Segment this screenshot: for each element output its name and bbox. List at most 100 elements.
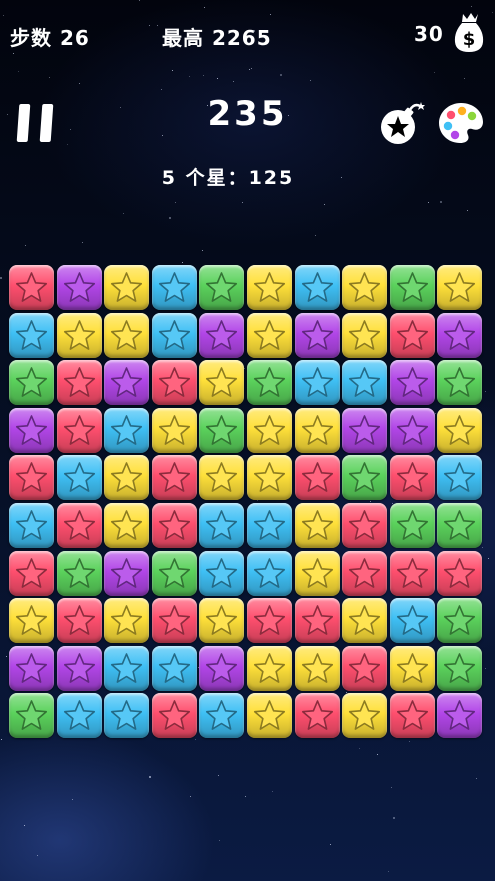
star-tile-yellow[interactable] xyxy=(342,265,388,310)
star-tile-yellow[interactable] xyxy=(104,312,150,358)
star-tile-blue[interactable] xyxy=(104,693,150,739)
star-tile-green[interactable] xyxy=(437,503,483,548)
star-tile-red[interactable] xyxy=(389,455,435,501)
star-tile-blue[interactable] xyxy=(389,598,435,644)
star-tile-blue[interactable] xyxy=(247,503,292,548)
star-tile-green[interactable] xyxy=(389,503,435,548)
star-tile-yellow[interactable] xyxy=(294,503,340,548)
star-tile-red[interactable] xyxy=(294,598,340,644)
star-tile-purple[interactable] xyxy=(9,645,54,691)
star-tile-yellow[interactable] xyxy=(247,407,292,453)
star-tile-red[interactable] xyxy=(9,550,54,596)
star-tile-blue[interactable] xyxy=(104,645,150,691)
star-tile-yellow[interactable] xyxy=(247,265,292,310)
star-tile-blue[interactable] xyxy=(342,360,388,406)
star-tile-purple[interactable] xyxy=(389,360,435,406)
star-tile-blue[interactable] xyxy=(199,693,245,739)
star-tile-yellow[interactable] xyxy=(389,645,435,691)
star-tile-red[interactable] xyxy=(56,598,102,644)
star-tile-purple[interactable] xyxy=(56,265,102,310)
star-tile-blue[interactable] xyxy=(151,312,197,358)
star-tile-yellow[interactable] xyxy=(151,407,197,453)
star-tile-yellow[interactable] xyxy=(437,265,483,310)
star-tile-blue[interactable] xyxy=(199,550,245,596)
star-tile-red[interactable] xyxy=(389,693,435,739)
star-tile-green[interactable] xyxy=(437,645,483,691)
star-tile-purple[interactable] xyxy=(437,312,483,358)
star-tile-purple[interactable] xyxy=(389,407,435,453)
star-tile-blue[interactable] xyxy=(56,455,102,501)
star-tile-red[interactable] xyxy=(342,645,388,691)
star-tile-green[interactable] xyxy=(9,693,54,739)
star-tile-red[interactable] xyxy=(294,693,340,739)
star-tile-yellow[interactable] xyxy=(342,693,388,739)
star-tile-red[interactable] xyxy=(247,598,292,644)
star-tile-yellow[interactable] xyxy=(437,407,483,453)
star-tile-green[interactable] xyxy=(9,360,54,406)
star-tile-green[interactable] xyxy=(389,265,435,310)
star-tile-blue[interactable] xyxy=(9,503,54,548)
star-tile-green[interactable] xyxy=(437,360,483,406)
star-tile-red[interactable] xyxy=(437,550,483,596)
star-tile-yellow[interactable] xyxy=(247,693,292,739)
star-tile-green[interactable] xyxy=(342,455,388,501)
star-tile-green[interactable] xyxy=(151,550,197,596)
star-tile-red[interactable] xyxy=(151,693,197,739)
star-tile-green[interactable] xyxy=(56,550,102,596)
star-tile-red[interactable] xyxy=(151,598,197,644)
star-tile-red[interactable] xyxy=(342,503,388,548)
star-tile-yellow[interactable] xyxy=(104,265,150,310)
star-tile-yellow[interactable] xyxy=(56,312,102,358)
star-tile-purple[interactable] xyxy=(9,407,54,453)
star-tile-blue[interactable] xyxy=(151,645,197,691)
star-tile-yellow[interactable] xyxy=(342,312,388,358)
star-tile-red[interactable] xyxy=(389,550,435,596)
star-tile-green[interactable] xyxy=(437,598,483,644)
star-tile-red[interactable] xyxy=(9,455,54,501)
star-tile-yellow[interactable] xyxy=(104,598,150,644)
star-tile-purple[interactable] xyxy=(294,312,340,358)
star-tile-red[interactable] xyxy=(56,407,102,453)
star-tile-yellow[interactable] xyxy=(247,645,292,691)
bomb-button[interactable] xyxy=(378,100,428,146)
star-tile-purple[interactable] xyxy=(199,645,245,691)
star-tile-yellow[interactable] xyxy=(104,503,150,548)
star-tile-yellow[interactable] xyxy=(199,598,245,644)
star-tile-blue[interactable] xyxy=(56,693,102,739)
palette-button[interactable] xyxy=(437,101,485,145)
star-tile-yellow[interactable] xyxy=(342,598,388,644)
star-tile-yellow[interactable] xyxy=(104,455,150,501)
star-tile-purple[interactable] xyxy=(437,693,483,739)
star-tile-purple[interactable] xyxy=(104,360,150,406)
star-tile-yellow[interactable] xyxy=(9,598,54,644)
star-tile-red[interactable] xyxy=(294,455,340,501)
star-tile-red[interactable] xyxy=(56,360,102,406)
star-tile-blue[interactable] xyxy=(151,265,197,310)
star-tile-green[interactable] xyxy=(247,360,292,406)
star-tile-purple[interactable] xyxy=(56,645,102,691)
star-tile-purple[interactable] xyxy=(104,550,150,596)
star-tile-red[interactable] xyxy=(9,265,54,310)
star-tile-blue[interactable] xyxy=(294,360,340,406)
star-tile-blue[interactable] xyxy=(437,455,483,501)
star-tile-blue[interactable] xyxy=(199,503,245,548)
star-tile-red[interactable] xyxy=(342,550,388,596)
star-tile-red[interactable] xyxy=(151,503,197,548)
star-tile-red[interactable] xyxy=(151,360,197,406)
star-tile-green[interactable] xyxy=(199,265,245,310)
star-tile-purple[interactable] xyxy=(342,407,388,453)
star-tile-red[interactable] xyxy=(389,312,435,358)
star-tile-blue[interactable] xyxy=(294,265,340,310)
star-tile-blue[interactable] xyxy=(9,312,54,358)
star-tile-blue[interactable] xyxy=(104,407,150,453)
star-tile-yellow[interactable] xyxy=(247,455,292,501)
star-tile-yellow[interactable] xyxy=(294,645,340,691)
star-tile-yellow[interactable] xyxy=(199,455,245,501)
star-tile-yellow[interactable] xyxy=(294,550,340,596)
star-tile-red[interactable] xyxy=(56,503,102,548)
star-tile-green[interactable] xyxy=(199,407,245,453)
star-tile-yellow[interactable] xyxy=(247,312,292,358)
money-bag-icon[interactable]: $ xyxy=(452,10,486,54)
star-tile-purple[interactable] xyxy=(199,312,245,358)
star-tile-yellow[interactable] xyxy=(294,407,340,453)
